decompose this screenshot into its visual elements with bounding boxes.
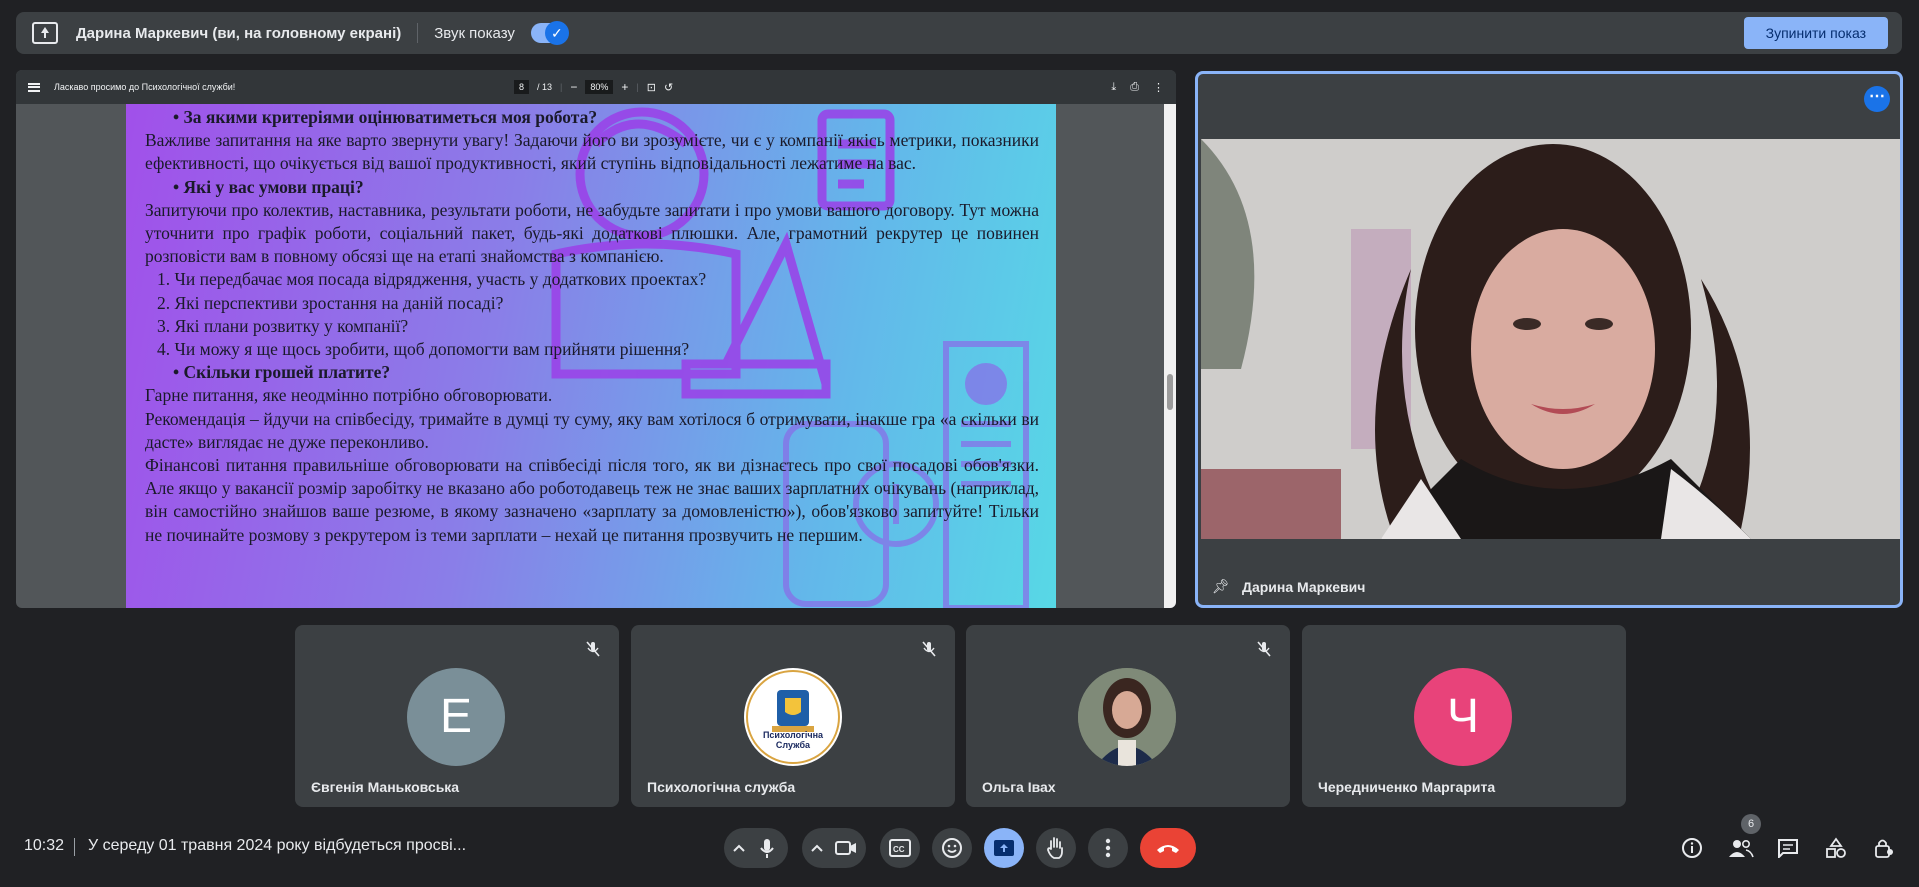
- zoom-input[interactable]: 80%: [585, 80, 614, 94]
- hand-icon: [1047, 837, 1063, 859]
- more-options-icon[interactable]: ⋯: [1864, 86, 1890, 112]
- page-total: / 13: [537, 82, 553, 92]
- divider: [74, 838, 75, 856]
- pdf-doc-title: Ласкаво просимо до Психологічної служби!: [54, 82, 236, 92]
- pdf-line-num: 4. Чи можу я ще щось зробити, щоб допомо…: [157, 339, 690, 360]
- host-controls-button[interactable]: [1870, 834, 1898, 862]
- end-call-icon: [1157, 845, 1179, 853]
- zoom-in-icon[interactable]: +: [621, 80, 628, 94]
- mic-control[interactable]: [724, 828, 788, 868]
- pdf-line-bullet: • За якими критеріями оцінюватиметься мо…: [173, 107, 598, 127]
- stop-presenting-button[interactable]: Зупинити показ: [1743, 17, 1888, 49]
- psych-service-logo: [746, 670, 840, 764]
- mic-off-icon: [586, 641, 600, 657]
- share-sound-label: Звук показу: [434, 24, 515, 42]
- pdf-line-para: Рекомендація – йдучи на співбесіду, трим…: [145, 408, 1039, 452]
- pin-icon[interactable]: 📌︎: [1212, 578, 1230, 595]
- page-number-input[interactable]: 8: [514, 80, 530, 94]
- pdf-page-text: • За якими критеріями оцінюватиметься мо…: [145, 106, 1039, 547]
- pdf-page: • За якими критеріями оцінюватиметься мо…: [126, 104, 1056, 608]
- speaker-video-frame: [1201, 139, 1900, 539]
- participant-name: Ольга Івах: [982, 779, 1056, 795]
- pdf-line-para: Важливе запитання на яке варто звернути …: [145, 130, 1039, 174]
- mic-off-icon: [1257, 641, 1271, 657]
- participant-tile[interactable]: Ольга Івах: [966, 625, 1290, 807]
- pdf-line-num: 3. Які плани розвитку у компанії?: [157, 315, 409, 336]
- logo-text: Психологічна Служба: [762, 730, 824, 750]
- pdf-line-para: Гарне питання, яке неодмінно потрібно об…: [145, 385, 553, 406]
- meeting-title: У середу 01 травня 2024 року відбудеться…: [88, 837, 467, 854]
- info-icon: [1682, 838, 1702, 858]
- pdf-line-bullet: • Які у вас умови праці?: [173, 176, 364, 197]
- more-options-button[interactable]: [1088, 828, 1128, 868]
- reactions-button[interactable]: [932, 828, 972, 868]
- more-vert-icon: [1105, 838, 1111, 858]
- avatar: Е: [407, 668, 505, 766]
- speaker-name: Дарина Маркевич: [1242, 579, 1366, 595]
- menu-icon[interactable]: [28, 82, 40, 92]
- zoom-out-icon[interactable]: −: [570, 80, 577, 94]
- check-icon: ✓: [544, 21, 569, 45]
- bottom-bar: 10:32 У середу 01 травня 2024 року відбу…: [0, 820, 1919, 874]
- pdf-viewer: Ласкаво просимо до Психологічної служби!…: [16, 70, 1176, 608]
- pinned-speaker-tile[interactable]: ⋯ 📌︎ Дарина Маркевич: [1195, 71, 1903, 608]
- raise-hand-button[interactable]: [1036, 828, 1076, 868]
- pdf-line-num: 1. Чи передбачає моя посада відрядження,…: [157, 269, 707, 290]
- mic-icon: [733, 839, 774, 858]
- pdf-toolbar: Ласкаво просимо до Психологічної служби!…: [16, 70, 1176, 104]
- emoji-icon: [942, 838, 962, 858]
- participant-tile[interactable]: Психологічна Служба Психологічна служба: [631, 625, 955, 807]
- chat-icon: [1778, 839, 1798, 858]
- lock-person-icon: [1875, 839, 1893, 858]
- presenting-bar: Дарина Маркевич (ви, на головному екрані…: [16, 12, 1902, 54]
- camera-icon: [811, 841, 856, 855]
- more-vert-icon[interactable]: ⋮: [1153, 81, 1164, 94]
- pdf-line-para: Фінансові питання правильніше обговорюва…: [145, 455, 1039, 545]
- pdf-line-para: Запитуючи про колектив, наставника, резу…: [145, 199, 1039, 267]
- participant-name: Євгенія Маньковська: [311, 779, 460, 795]
- avatar-logo: Психологічна Служба: [744, 668, 842, 766]
- pdf-scrollbar[interactable]: [1164, 104, 1176, 608]
- divider: [417, 23, 419, 43]
- participants-count-badge: 6: [1741, 814, 1761, 834]
- mic-off-icon: [922, 641, 936, 657]
- avatar-photo-image: [1078, 668, 1176, 766]
- speaker-video: [1201, 139, 1900, 539]
- pdf-right-actions: ⤓ ⎙ ⋮: [1111, 81, 1164, 94]
- captions-icon: CC: [889, 839, 911, 857]
- fit-page-icon[interactable]: ⊡: [647, 81, 656, 94]
- present-screen-icon: [994, 840, 1014, 856]
- activities-button[interactable]: [1822, 834, 1850, 862]
- participant-tile[interactable]: Е Євгенія Маньковська: [295, 625, 619, 807]
- download-icon[interactable]: ⤓: [1111, 81, 1116, 94]
- participant-name: Чередниченко Маргарита: [1318, 779, 1496, 795]
- presenting-title: Дарина Маркевич (ви, на головному екрані…: [76, 24, 402, 42]
- print-icon[interactable]: ⎙: [1130, 81, 1139, 94]
- chat-button[interactable]: [1774, 834, 1802, 862]
- captions-button[interactable]: CC: [880, 828, 920, 868]
- pdf-line-bullet: • Скільки грошей платите?: [173, 362, 391, 383]
- people-button[interactable]: [1727, 834, 1755, 862]
- activities-icon: [1826, 837, 1846, 858]
- participant-name: Психологічна служба: [647, 779, 796, 795]
- share-sound-toggle[interactable]: ✓: [530, 21, 569, 45]
- people-icon: [1729, 839, 1754, 858]
- svg-text:CC: CC: [893, 845, 905, 854]
- present-screen-icon: [32, 22, 58, 44]
- clock: 10:32: [24, 837, 65, 854]
- leave-call-button[interactable]: [1140, 828, 1196, 868]
- scrollbar-thumb[interactable]: [1167, 374, 1173, 410]
- present-button[interactable]: [984, 828, 1024, 868]
- camera-control[interactable]: [802, 828, 866, 868]
- meeting-details-button[interactable]: [1678, 834, 1706, 862]
- pdf-page-controls: 8 / 13 | − 80% + | ⊡ ↺: [514, 80, 673, 94]
- participant-tile[interactable]: Ч Чередниченко Маргарита: [1302, 625, 1626, 807]
- pdf-line-num: 2. Які перспективи зростання на даній по…: [157, 292, 504, 313]
- avatar-photo: [1078, 668, 1176, 766]
- rotate-icon[interactable]: ↺: [664, 81, 673, 94]
- avatar: Ч: [1414, 668, 1512, 766]
